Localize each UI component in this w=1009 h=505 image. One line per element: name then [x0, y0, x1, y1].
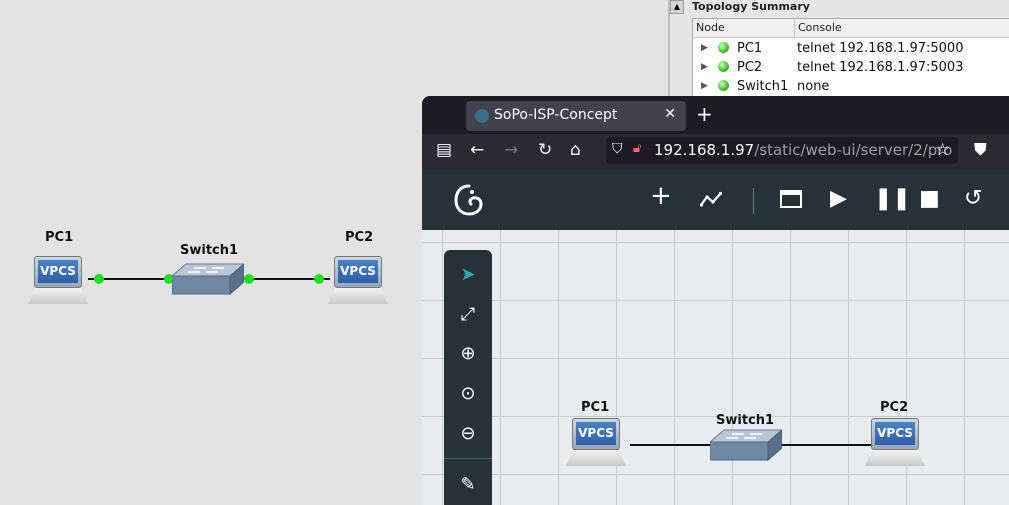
canvas-toolbox: ➤ ⤢ ⊕ ⊙ ⊖ ✎ — [444, 250, 492, 505]
gns3-logo-icon[interactable] — [454, 184, 484, 216]
zoom-in-icon[interactable]: ⊕ — [444, 343, 492, 364]
tab-title: SoPo-ISP-Concept — [494, 107, 618, 123]
bookmark-star-icon[interactable]: ☆ — [935, 140, 950, 160]
forward-icon[interactable]: → — [504, 140, 518, 160]
gns3-app-toolbar: + ▶ ❚❚ ■ ↺ — [422, 170, 1009, 230]
console-window-icon[interactable] — [780, 190, 802, 208]
link-status-dot — [94, 274, 104, 284]
table-row[interactable]: ▶ Switch1 none — [693, 77, 1009, 96]
row-console: telnet 192.168.1.97:5003 — [797, 60, 964, 75]
row-node-name: Switch1 — [737, 79, 789, 94]
select-pointer-icon[interactable]: ➤ — [444, 264, 492, 285]
reload-icon[interactable]: ↻ — [538, 140, 552, 160]
web-ui-canvas[interactable]: ➤ ⤢ ⊕ ⊙ ⊖ ✎ PC1 VPCS Switch1 PC2 VPCS — [422, 230, 1009, 505]
reload-all-icon[interactable]: ↺ — [964, 188, 982, 210]
column-header-console[interactable]: Console — [798, 21, 842, 34]
start-icon[interactable]: ▶ — [830, 188, 847, 210]
expand-arrow-icon[interactable]: ▶ — [701, 39, 708, 58]
scroll-up-icon[interactable]: ▲ — [670, 0, 684, 14]
row-node-name: PC2 — [737, 60, 763, 75]
tab-sopo-isp-concept[interactable]: SoPo-ISP-Concept ✕ — [466, 101, 686, 131]
node-switch1[interactable] — [710, 428, 782, 462]
vpcs-icon-text: VPCS — [338, 260, 378, 283]
vpcs-icon-text: VPCS — [875, 422, 915, 445]
back-icon[interactable]: ← — [470, 140, 484, 160]
zoom-out-icon[interactable]: ⊖ — [444, 423, 492, 444]
pause-icon[interactable]: ❚❚ — [874, 188, 911, 210]
table-header: Node Console — [693, 19, 1009, 38]
tab-bar: SoPo-ISP-Concept ✕ + — [422, 96, 1009, 134]
link-status-dot — [244, 274, 254, 284]
node-label-pc1: PC1 — [581, 400, 610, 415]
node-label-switch1: Switch1 — [180, 243, 239, 258]
vpcs-icon-text: VPCS — [38, 260, 78, 283]
url-text[interactable]: 192.168.1.97/static/web-ui/server/2/pro — [654, 141, 952, 159]
table-row[interactable]: ▶ PC1 telnet 192.168.1.97:5000 — [693, 39, 1009, 58]
row-console: none — [797, 79, 830, 94]
pocket-icon[interactable]: ⛊ — [974, 140, 987, 160]
node-pc2[interactable]: VPCS — [865, 418, 925, 468]
navigation-bar: ▤ ← → ↻ ⌂ ⛉ 🔓︎ 192.168.1.97/static/web-u… — [422, 134, 1009, 170]
topology-summary-table: Node Console ▶ PC1 telnet 192.168.1.97:5… — [692, 18, 1009, 102]
node-label-pc2: PC2 — [345, 230, 374, 245]
url-path: /static/web-ui/server/2/pro — [754, 141, 953, 159]
stop-icon[interactable]: ■ — [919, 188, 940, 210]
status-led-icon — [718, 80, 729, 91]
status-led-icon — [718, 42, 729, 53]
column-header-node[interactable]: Node — [696, 21, 725, 34]
center-icon[interactable]: ⊙ — [444, 383, 492, 404]
new-tab-icon[interactable]: + — [696, 102, 713, 126]
topology-summary-panel: ▲ Topology Summary Node Console ▶ PC1 te… — [668, 0, 1009, 102]
node-pc1[interactable]: VPCS — [566, 418, 626, 468]
close-tab-icon[interactable]: ✕ — [664, 106, 676, 122]
url-host: 192.168.1.97 — [654, 141, 755, 159]
shield-icon[interactable]: ⛉ — [612, 141, 623, 157]
draw-pencil-icon[interactable]: ✎ — [444, 474, 492, 495]
browser-window: SoPo-ISP-Concept ✕ + ▤ ← → ↻ ⌂ ⛉ 🔓︎ 192.… — [422, 96, 1009, 505]
topology-summary-title: Topology Summary — [692, 0, 810, 13]
home-icon[interactable]: ⌂ — [570, 140, 581, 160]
fit-to-screen-icon[interactable]: ⤢ — [444, 304, 492, 325]
table-row[interactable]: ▶ PC2 telnet 192.168.1.97:5003 — [693, 58, 1009, 77]
link-status-dot — [314, 274, 324, 284]
sidebar-toggle-icon[interactable]: ▤ — [436, 140, 452, 160]
node-switch1[interactable] — [172, 262, 244, 296]
add-node-icon[interactable]: + — [650, 183, 672, 209]
node-label-pc2: PC2 — [880, 400, 909, 415]
expand-arrow-icon[interactable]: ▶ — [701, 58, 708, 77]
node-label-pc1: PC1 — [45, 230, 74, 245]
expand-arrow-icon[interactable]: ▶ — [701, 77, 708, 96]
node-pc1[interactable]: VPCS — [28, 256, 88, 306]
insecure-lock-icon[interactable]: 🔓︎ — [633, 141, 641, 156]
gns3-favicon-icon — [475, 109, 489, 123]
row-console: telnet 192.168.1.97:5000 — [797, 41, 964, 56]
row-node-name: PC1 — [737, 41, 763, 56]
url-bar[interactable]: ⛉ 🔓︎ 192.168.1.97/static/web-ui/server/2… — [606, 137, 958, 164]
node-label-switch1: Switch1 — [716, 413, 775, 428]
add-link-icon[interactable] — [700, 190, 722, 208]
vpcs-icon-text: VPCS — [576, 422, 616, 445]
status-led-icon — [718, 61, 729, 72]
node-pc2[interactable]: VPCS — [328, 256, 388, 306]
